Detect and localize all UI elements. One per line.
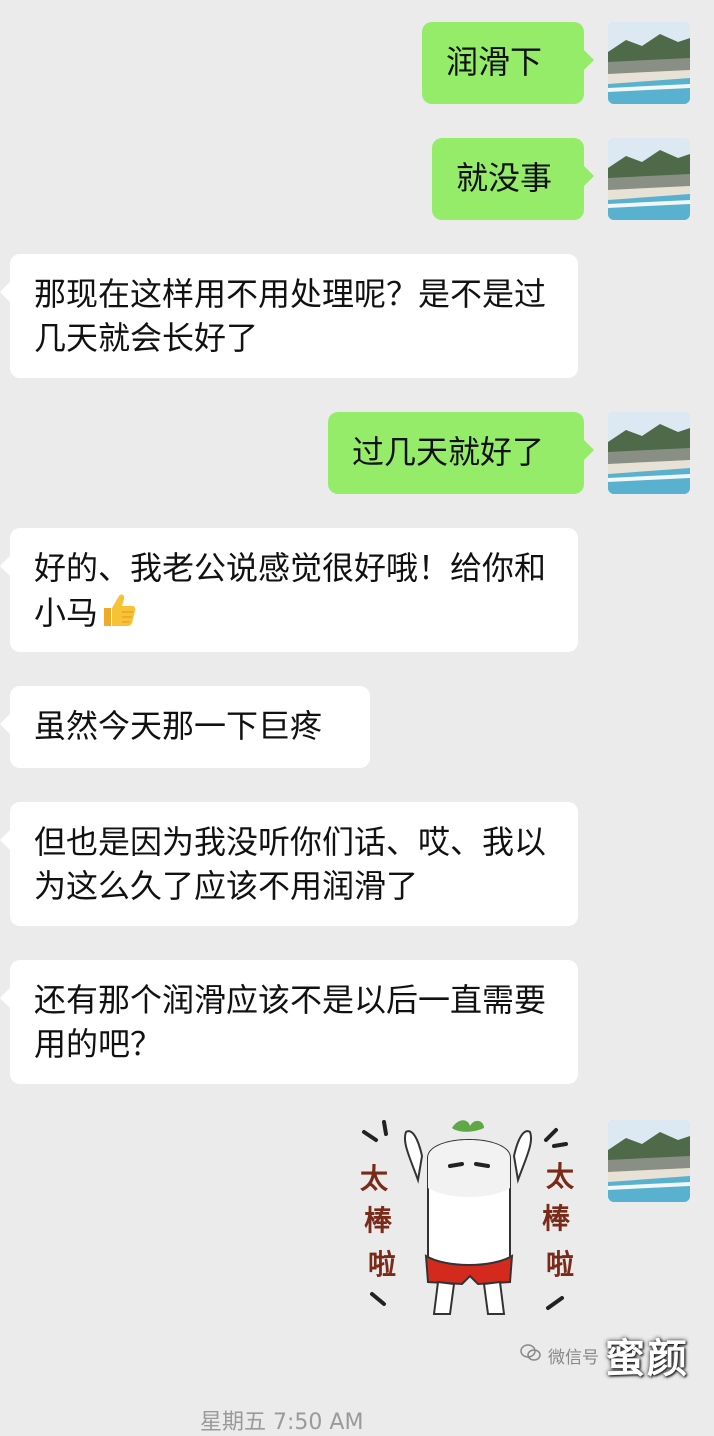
message-bubble[interactable]: 但也是因为我没听你们话、哎、我以为这么久了应该不用润滑了 [0, 802, 578, 926]
wechat-logo-icon [520, 1343, 542, 1367]
message-text: 还有那个润滑应该不是以后一直需要用的吧？ [34, 981, 547, 1063]
message-bubble[interactable]: 就没事 [432, 138, 594, 220]
sticker-left-text-2: 棒 [364, 1204, 393, 1237]
message-bubble[interactable]: 润滑下 [422, 22, 594, 104]
avatar[interactable] [608, 412, 690, 494]
message-text: 润滑下 [446, 43, 543, 81]
watermark: 微信号 蜜颜 [520, 1326, 689, 1384]
message-text: 虽然今天那一下巨疼 [34, 707, 323, 745]
avatar[interactable] [608, 22, 690, 104]
radish-cheer-sticker[interactable]: 太 棒 啦 太 棒 啦 [350, 1118, 590, 1328]
message-text: 就没事 [456, 159, 553, 197]
message-bubble[interactable]: 还有那个润滑应该不是以后一直需要用的吧？ [0, 960, 578, 1084]
avatar[interactable] [608, 1120, 690, 1202]
thumbs-up-icon [98, 590, 138, 630]
message-text: 那现在这样用不用处理呢？是不是过几天就会长好了 [34, 275, 547, 357]
sticker-left-text-1: 太 [360, 1162, 389, 1195]
message-text: 但也是因为我没听你们话、哎、我以为这么久了应该不用润滑了 [34, 823, 547, 905]
sticker-right-text-3: 啦 [546, 1248, 574, 1281]
timestamp: 星期五 7:50 AM [200, 1410, 364, 1435]
sticker-left-text-3: 啦 [368, 1248, 396, 1281]
sticker-right-text-1: 太 [546, 1160, 575, 1193]
avatar[interactable] [608, 138, 690, 220]
message-text: 过几天就好了 [352, 433, 545, 471]
message-bubble[interactable]: 过几天就好了 [328, 412, 594, 494]
message-bubble[interactable]: 那现在这样用不用处理呢？是不是过几天就会长好了 [0, 254, 578, 378]
watermark-label: 微信号 [548, 1347, 599, 1368]
sticker-right-text-2: 棒 [542, 1202, 571, 1235]
message-bubble[interactable]: 虽然今天那一下巨疼 [0, 686, 370, 768]
message-bubble[interactable]: 好的、我老公说感觉很好哦！给你和小马 [0, 528, 578, 652]
watermark-brand: 蜜颜 [605, 1335, 689, 1382]
